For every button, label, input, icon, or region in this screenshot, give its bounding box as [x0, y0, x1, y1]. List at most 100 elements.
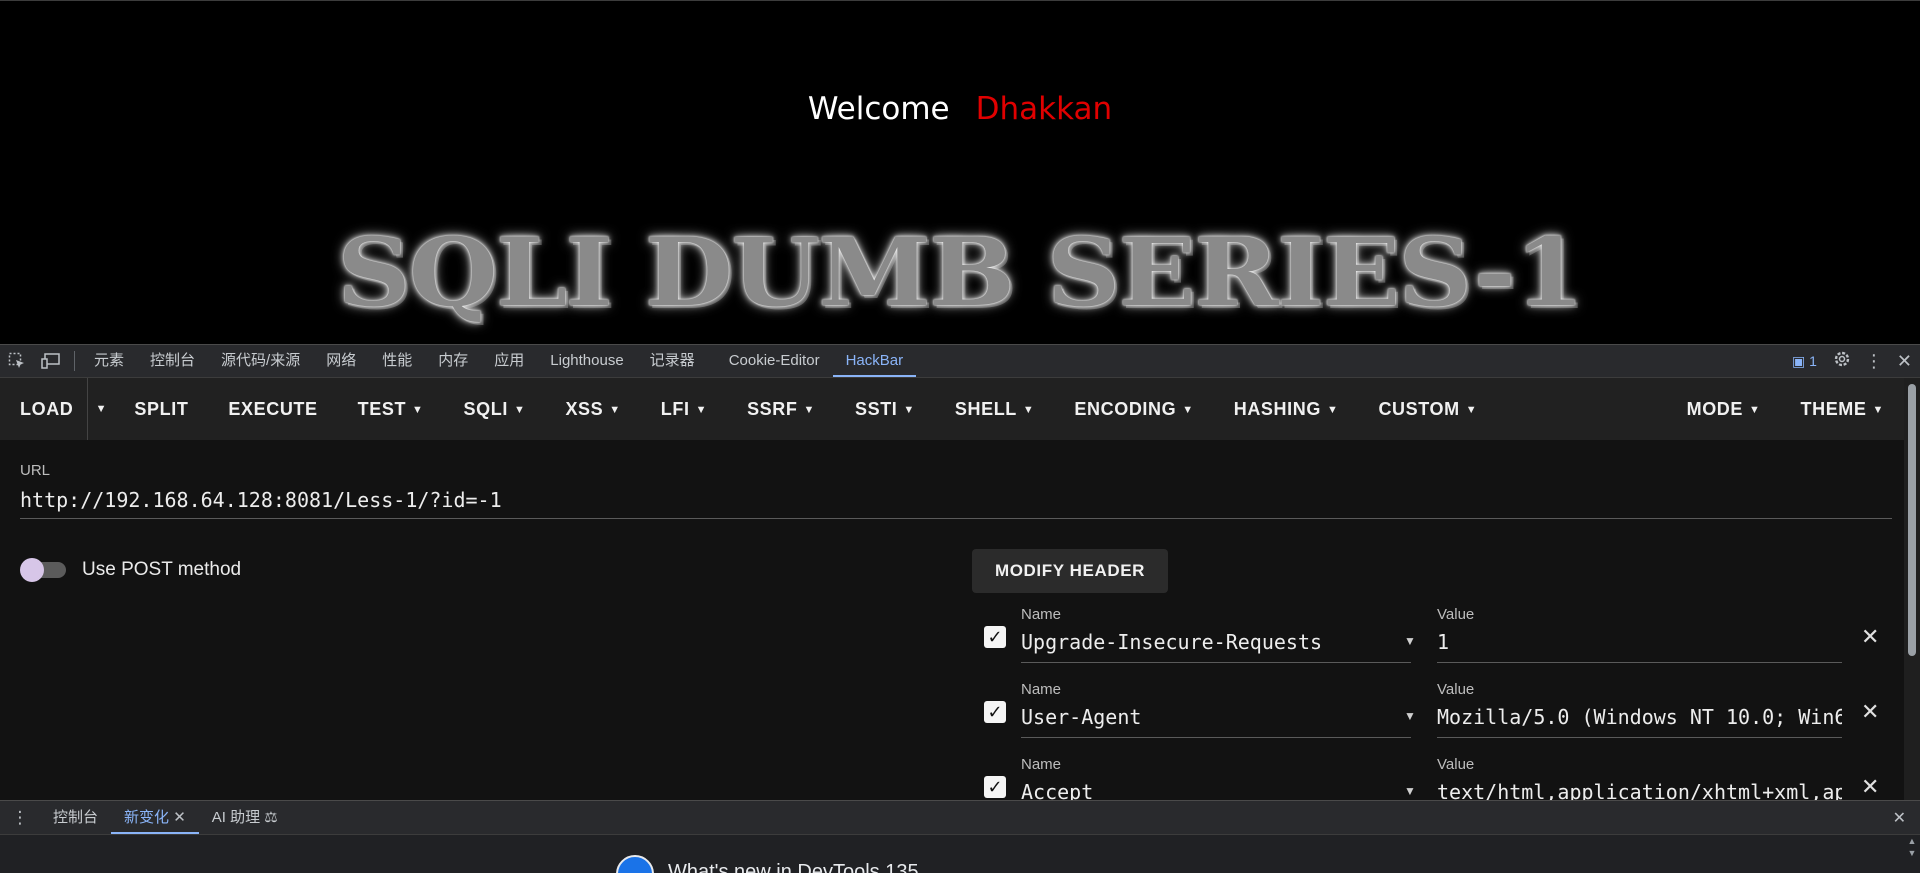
header-name-input[interactable]: User-Agent [1021, 705, 1411, 729]
post-method-toggle[interactable] [20, 558, 70, 582]
tab-console[interactable]: 控制台 [137, 345, 208, 377]
header-name-input[interactable]: Upgrade-Insecure-Requests [1021, 630, 1411, 654]
theme-label: THEME [1800, 399, 1867, 419]
drawer-tab-console[interactable]: 控制台 [40, 801, 111, 834]
chevron-down-icon: ▼ [903, 404, 915, 416]
load-dropdown-icon[interactable]: ▼ [87, 378, 114, 440]
url-label: URL [20, 462, 51, 479]
chevron-down-icon: ▼ [1022, 404, 1035, 416]
ssti-menu[interactable]: SSTI ▼ [835, 378, 935, 440]
tab-cookie-editor[interactable]: Cookie-Editor [716, 345, 833, 377]
devtools-logo-icon [616, 855, 654, 873]
custom-label: CUSTOM [1378, 399, 1460, 419]
devtools-tab-bar: 元素 控制台 源代码/来源 网络 性能 内存 应用 Lighthouse 记录器… [0, 344, 1920, 378]
lfi-label: LFI [660, 399, 690, 419]
tab-lighthouse[interactable]: Lighthouse [537, 345, 636, 377]
whats-new-panel: What's new in DevTools 135 ▲ ▼ [0, 834, 1920, 873]
encoding-label: ENCODING [1074, 399, 1177, 419]
scrollbar-thumb[interactable] [1908, 384, 1916, 656]
modify-header-button[interactable]: MODIFY HEADER [972, 549, 1168, 593]
name-underline [1021, 737, 1411, 738]
close-devtools-icon[interactable]: ✕ [1897, 351, 1912, 372]
message-icon: ▣ [1791, 352, 1806, 369]
header-name-input[interactable]: Accept [1021, 780, 1411, 800]
tab-sources[interactable]: 源代码/来源 [208, 345, 313, 377]
page-viewport: Welcome Dhakkan SQLI DUMB SERIES-1 [0, 0, 1920, 344]
tab-application[interactable]: 应用 [481, 345, 537, 377]
xss-menu[interactable]: XSS ▼ [545, 378, 640, 440]
sqli-menu[interactable]: SQLI ▼ [444, 378, 546, 440]
test-menu[interactable]: TEST ▼ [338, 378, 444, 440]
drawer-tab-ai-assistant[interactable]: AI 助理 ⚖ [199, 801, 291, 834]
encoding-menu[interactable]: ENCODING ▼ [1054, 378, 1213, 440]
chevron-down-icon: ▼ [1465, 404, 1478, 416]
welcome-message: Welcome Dhakkan [0, 91, 1920, 127]
chevron-down-icon: ▼ [609, 404, 621, 416]
chevron-down-icon: ▼ [1182, 404, 1194, 416]
ssti-label: SSTI [854, 399, 898, 419]
tab-elements[interactable]: 元素 [81, 345, 137, 377]
tab-network[interactable]: 网络 [313, 345, 369, 377]
scroll-down-icon[interactable]: ▼ [1904, 847, 1920, 859]
chevron-down-icon: ▼ [803, 404, 815, 416]
chevron-down-icon[interactable]: ▼ [1404, 709, 1416, 723]
header-enabled-checkbox[interactable]: ✓ [984, 701, 1006, 723]
ssrf-menu[interactable]: SSRF ▼ [727, 378, 835, 440]
split-button[interactable]: SPLIT [114, 378, 208, 440]
header-row: ✓ Name Accept ▼ Value text/html,applicat… [984, 756, 1884, 800]
scroll-up-icon[interactable]: ▲ [1904, 835, 1920, 847]
xss-label: XSS [565, 399, 604, 419]
hashing-menu[interactable]: HASHING ▼ [1214, 378, 1359, 440]
chevron-down-icon: ▼ [1749, 404, 1761, 416]
device-toolbar-icon[interactable] [34, 345, 68, 377]
remove-header-icon[interactable]: ✕ [1861, 699, 1879, 725]
post-method-label: Use POST method [82, 559, 242, 580]
inspect-element-icon[interactable] [0, 345, 34, 377]
ssrf-label: SSRF [747, 399, 798, 419]
more-options-icon[interactable]: ⋮ [1857, 351, 1891, 372]
shell-menu[interactable]: SHELL ▼ [935, 378, 1055, 440]
value-underline [1437, 737, 1842, 738]
header-enabled-checkbox[interactable]: ✓ [984, 776, 1006, 798]
tab-hackbar[interactable]: HackBar [832, 345, 917, 377]
header-value-label: Value [1437, 606, 1475, 623]
chevron-down-icon: ▼ [1326, 404, 1339, 416]
drawer-scrollbar[interactable]: ▲ ▼ [1904, 835, 1920, 873]
header-row: ✓ Name User-Agent ▼ Value Mozilla/5.0 (W… [984, 681, 1884, 755]
load-label: LOAD [20, 399, 74, 419]
theme-menu[interactable]: THEME ▼ [1781, 378, 1905, 440]
close-drawer-icon[interactable]: ✕ [1893, 808, 1920, 828]
tab-recorder[interactable]: 记录器 [637, 345, 708, 377]
lfi-menu[interactable]: LFI ▼ [641, 378, 727, 440]
header-value-input[interactable]: text/html,application/xhtml+xml,applicat… [1437, 780, 1842, 800]
header-name-label: Name [1021, 756, 1062, 773]
custom-menu[interactable]: CUSTOM ▼ [1358, 378, 1497, 440]
chevron-down-icon: ▼ [1872, 404, 1884, 416]
chevron-down-icon[interactable]: ▼ [1404, 784, 1416, 798]
remove-header-icon[interactable]: ✕ [1861, 774, 1879, 800]
close-tab-icon[interactable]: ✕ [173, 809, 186, 826]
tab-performance[interactable]: 性能 [369, 345, 425, 377]
mode-menu[interactable]: MODE ▼ [1667, 378, 1781, 440]
remove-header-icon[interactable]: ✕ [1861, 624, 1879, 650]
hackbar-scrollbar[interactable] [1904, 378, 1920, 800]
issues-count: 1 [1809, 352, 1817, 369]
execute-button[interactable]: EXECUTE [208, 378, 337, 440]
toolbar-right-group: MODE ▼ THEME ▼ [1667, 378, 1904, 440]
header-name-label: Name [1021, 681, 1062, 698]
drawer-tab-whats-new[interactable]: 新变化 ✕ [111, 801, 199, 834]
devtools-right-controls: ▣ 1 ⋮ ✕ [1792, 350, 1920, 372]
chevron-down-icon[interactable]: ▼ [1404, 634, 1416, 648]
welcome-username: Dhakkan [975, 91, 1113, 127]
header-enabled-checkbox[interactable]: ✓ [984, 626, 1006, 648]
drawer-menu-icon[interactable]: ⋮ [0, 802, 40, 834]
issues-badge[interactable]: ▣ 1 [1792, 353, 1817, 370]
header-value-input[interactable]: 1 [1437, 630, 1842, 654]
load-button[interactable]: LOAD [0, 378, 87, 440]
header-value-input[interactable]: Mozilla/5.0 (Windows NT 10.0; Win64; x64… [1437, 705, 1842, 729]
chevron-down-icon: ▼ [695, 404, 708, 416]
gear-icon[interactable] [1833, 350, 1851, 372]
value-underline [1437, 662, 1842, 663]
url-input[interactable]: http://192.168.64.128:8081/Less-1/?id=-1 [20, 488, 502, 512]
tab-memory[interactable]: 内存 [425, 345, 481, 377]
